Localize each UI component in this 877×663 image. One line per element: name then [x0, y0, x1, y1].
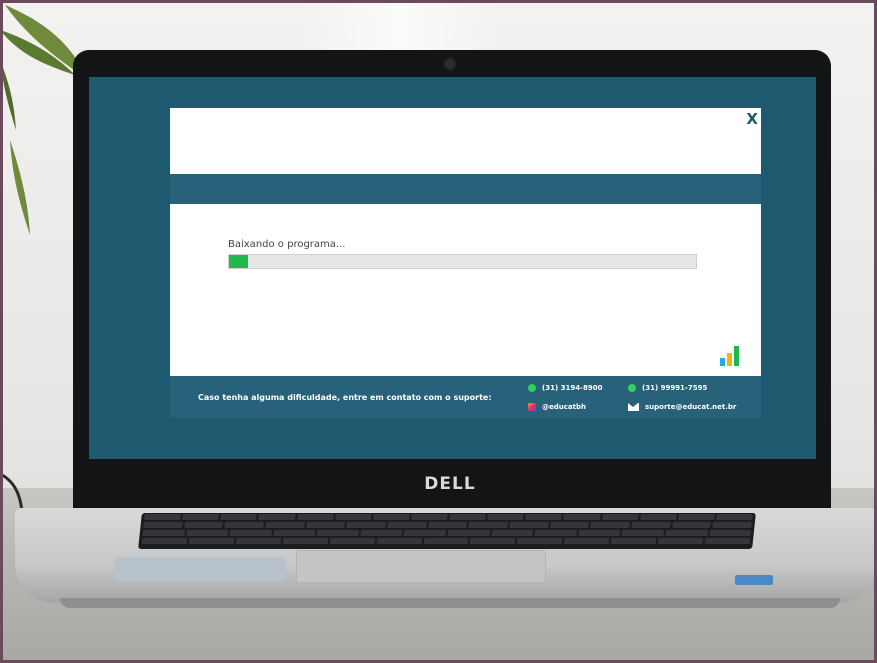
support-footer: Caso tenha alguma dificuldade, entre em …	[170, 376, 761, 418]
contact-whatsapp-1-text: (31) 3194-8900	[542, 384, 603, 392]
whatsapp-icon	[528, 384, 536, 392]
webcam	[445, 59, 455, 69]
instagram-icon	[528, 403, 536, 411]
contact-email-text: suporte@educat.net.br	[645, 403, 737, 411]
whatsapp-icon	[628, 384, 636, 392]
progress-bar	[228, 254, 697, 269]
contact-whatsapp-1[interactable]: (31) 3194-8900	[528, 384, 602, 392]
keyboard	[138, 513, 756, 549]
progress-label: Baixando o programa...	[228, 239, 346, 250]
email-icon	[628, 403, 639, 411]
contact-instagram-text: @educatbh	[542, 403, 586, 411]
touchpad	[296, 550, 546, 583]
close-icon[interactable]: X	[746, 110, 758, 128]
laptop-sticker	[115, 557, 285, 581]
header-band	[170, 174, 761, 204]
photo-scene: DELL X Baixando o programa... Caso tenha…	[0, 0, 877, 663]
dell-logo: DELL	[424, 474, 476, 494]
laptop-base-front	[60, 598, 840, 608]
contact-whatsapp-2[interactable]: (31) 99991-7595	[628, 384, 707, 392]
contact-whatsapp-2-text: (31) 99991-7595	[642, 384, 708, 392]
laptop-badge	[735, 575, 773, 585]
support-message: Caso tenha alguma dificuldade, entre em …	[198, 393, 492, 402]
progress-fill	[229, 255, 248, 268]
contact-instagram[interactable]: @educatbh	[528, 403, 586, 411]
bar-chart-logo-icon	[720, 346, 739, 366]
contact-email[interactable]: suporte@educat.net.br	[628, 403, 736, 411]
installer-dialog: X Baixando o programa... Caso tenha algu…	[170, 108, 761, 418]
